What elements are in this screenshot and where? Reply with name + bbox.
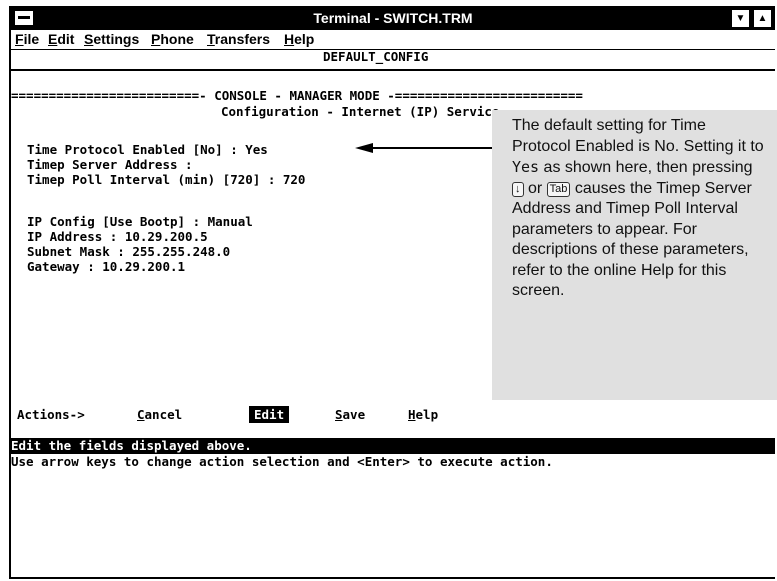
menu-settings[interactable]: Settings (84, 31, 139, 47)
cancel-action[interactable]: Cancel (137, 407, 182, 422)
divider (11, 69, 775, 71)
minimize-icon[interactable]: ▼ (732, 10, 749, 27)
field-time-protocol[interactable]: Time Protocol Enabled [No] : Yes (27, 142, 268, 157)
tab-key-icon: Tab (546, 181, 571, 197)
code-yes: Yes (512, 158, 540, 176)
down-arrow-key-icon: ↓ (512, 181, 524, 197)
field-ip-config[interactable]: IP Config [Use Bootp] : Manual (27, 214, 253, 229)
menu-file[interactable]: File (15, 31, 39, 47)
annotation-callout: The default setting for Time Protocol En… (492, 110, 777, 400)
mode-line: =========================- CONSOLE - MAN… (11, 88, 583, 103)
arrow-icon (355, 143, 493, 153)
maximize-icon[interactable]: ▲ (754, 10, 771, 27)
hint-line: Use arrow keys to change action selectio… (11, 454, 553, 469)
save-action[interactable]: Save (335, 407, 365, 422)
edit-action[interactable]: Edit (249, 406, 290, 423)
help-action[interactable]: Help (408, 407, 438, 422)
config-name: DEFAULT_CONFIG (323, 49, 429, 64)
window-title: Terminal - SWITCH.TRM (313, 10, 473, 26)
field-ip-address[interactable]: IP Address : 10.29.200.5 (27, 229, 208, 244)
field-timep-poll[interactable]: Timep Poll Interval (min) [720] : 720 (27, 172, 305, 187)
menu-transfers[interactable]: Transfers (207, 31, 270, 47)
actions-label: Actions-> (17, 407, 85, 422)
status-bar: Edit the fields displayed above. (11, 438, 775, 454)
menu-help[interactable]: Help (284, 31, 314, 47)
menu-bar: File Edit Settings Phone Transfers Help (11, 30, 775, 50)
screen-subtitle: Configuration - Internet (IP) Service (221, 104, 500, 119)
menu-phone[interactable]: Phone (151, 31, 194, 47)
field-subnet-mask[interactable]: Subnet Mask : 255.255.248.0 (27, 244, 230, 259)
menu-edit[interactable]: Edit (48, 31, 74, 47)
field-gateway[interactable]: Gateway : 10.29.200.1 (27, 259, 185, 274)
status-line: Edit the fields displayed above. (11, 438, 252, 453)
title-bar[interactable]: Terminal - SWITCH.TRM ▼ ▲ (11, 8, 775, 30)
field-timep-server[interactable]: Timep Server Address : (27, 157, 193, 172)
